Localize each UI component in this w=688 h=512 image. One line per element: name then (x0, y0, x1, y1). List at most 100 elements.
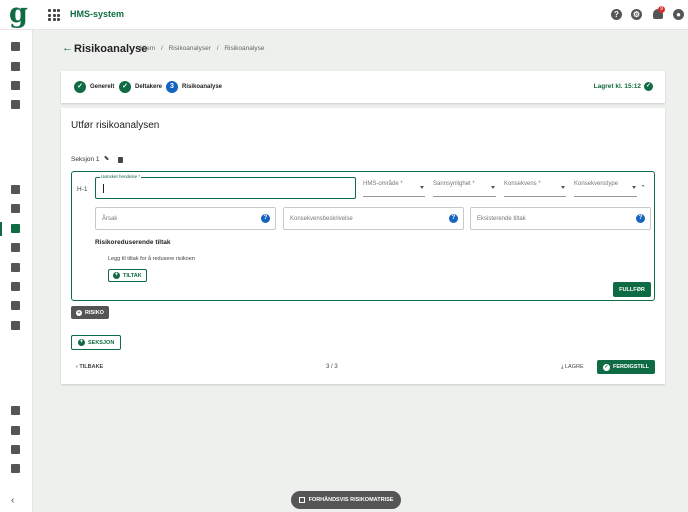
preview-risk-matrix-button[interactable]: FORHÅNDSVIS RISIKOMATRISE (291, 491, 401, 509)
top-bar: g HMS-system ? ⚙ 9 ● (0, 0, 688, 30)
caret-down-icon (561, 186, 565, 189)
sidebar-active-indicator (0, 222, 2, 236)
shield-document-icon[interactable] (11, 224, 20, 233)
caret-down-icon (491, 186, 495, 189)
back-arrow-icon[interactable]: ← (62, 42, 73, 54)
help-icon[interactable]: ? (611, 9, 622, 20)
handshake-icon[interactable] (11, 406, 20, 415)
button-label: TILBAKE (79, 364, 104, 370)
step-number: 3 (166, 81, 178, 93)
button-label: FORHÅNDSVIS RISIKOMATRISE (308, 497, 394, 503)
probability-select[interactable]: Sannsynlighet * (433, 181, 496, 197)
branch-icon[interactable] (11, 185, 20, 194)
plus-icon: + (113, 272, 120, 279)
add-risk-button[interactable]: + RISIKO (71, 306, 109, 319)
measures-title: Risikoreduserende tiltak (95, 239, 171, 246)
saved-status: Lagret kl. 15:12 ✓ (594, 82, 653, 91)
event-input[interactable]: Uønsket hendelse * (95, 174, 356, 199)
breadcrumb-separator: / (216, 45, 219, 52)
breadcrumb-current: Risikoanalyse (224, 45, 265, 52)
event-label: Uønsket hendelse * (100, 174, 142, 179)
complete-button[interactable]: FULLFØR (613, 282, 651, 297)
main-title: Utfør risikoanalysen (71, 120, 160, 131)
field-placeholder: Konsekvensbeskrivelse (290, 216, 353, 222)
select-label: HMS-område * (363, 181, 403, 187)
step-label: Deltakere (135, 84, 163, 90)
button-label: TILTAK (123, 272, 142, 279)
text-cursor (103, 184, 104, 193)
gavel-icon[interactable] (11, 204, 20, 213)
gear-icon[interactable]: ⚙ (631, 9, 642, 20)
step-label: Generelt (90, 84, 115, 90)
book-icon[interactable] (11, 282, 20, 291)
back-button[interactable]: ‹ TILBAKE (76, 364, 103, 370)
step-label: Risikoanalyse (182, 84, 223, 90)
notification-badge: 9 (658, 6, 665, 13)
building-icon[interactable] (11, 464, 20, 473)
select-label: Konsekvens * (504, 181, 541, 187)
main-card: Utfør risikoanalysen Seksjon 1 H-1 Uønsk… (61, 108, 665, 384)
button-label: FERDIGSTILL (612, 364, 650, 370)
consequence-type-select[interactable]: Konsekvenstype (574, 181, 637, 197)
collapse-icon[interactable]: ‹ (11, 495, 14, 506)
home-icon[interactable] (11, 42, 20, 51)
trash-icon[interactable] (118, 157, 123, 163)
save-button[interactable]: ⤓ LAGRE (561, 364, 584, 371)
history-icon[interactable] (11, 301, 20, 310)
app-title[interactable]: HMS-system (70, 9, 124, 19)
breadcrumb-home[interactable]: Hjem (140, 45, 155, 52)
add-measure-button[interactable]: + TILTAK (108, 269, 147, 282)
caret-down-icon (420, 186, 424, 189)
open-external-icon (298, 497, 305, 503)
existing-measures-field[interactable]: Eksisterende tiltak ? (470, 207, 651, 230)
folder-icon[interactable] (11, 62, 20, 71)
step-risikoanalyse[interactable]: 3 Risikoanalyse (166, 81, 222, 93)
sidebar: ‹ (0, 30, 33, 512)
button-label: SEKSJON (88, 339, 115, 346)
account-icon[interactable]: ● (673, 9, 684, 20)
help-icon[interactable]: ? (449, 214, 458, 223)
risk-item: H-1 Uønsket hendelse * HMS-område * Sann… (71, 171, 655, 301)
dashboard-icon[interactable] (11, 321, 20, 330)
apps-grid-icon[interactable] (48, 9, 60, 21)
cause-field[interactable]: Årsak ? (95, 207, 276, 230)
stepper: ✓ Generelt ✓ Deltakere 3 Risikoanalyse L… (61, 71, 665, 103)
page-title: Risikoanalyse (74, 43, 148, 55)
breadcrumb: Hjem / Risikoanalyser / Risikoanalyse (140, 45, 268, 52)
people-icon[interactable] (11, 445, 20, 454)
saved-text: Lagret kl. 15:12 (593, 83, 641, 90)
brand-logo[interactable]: g (9, 0, 28, 27)
finish-button[interactable]: ✓ FERDIGSTILL (597, 360, 655, 374)
add-section-button[interactable]: + SEKSJON (71, 335, 122, 350)
breadcrumb-risikoanalyser[interactable]: Risikoanalyser (169, 45, 211, 52)
consequence-select[interactable]: Konsekvens * (504, 181, 566, 197)
check-circle-icon: ✓ (602, 363, 610, 371)
help-icon[interactable]: ? (261, 214, 270, 223)
button-label: LAGRE (564, 364, 584, 370)
button-label: RISIKO (85, 309, 104, 316)
help-icon[interactable]: ? (636, 214, 645, 223)
briefcase-icon[interactable] (11, 243, 20, 252)
select-label: Sannsynlighet * (433, 181, 475, 187)
security-icon[interactable] (11, 263, 20, 272)
risk-id: H-1 (77, 186, 88, 193)
list-icon[interactable] (11, 100, 20, 109)
person-icon[interactable] (11, 426, 20, 435)
button-label: FULLFØR (619, 286, 645, 293)
pencil-icon[interactable] (104, 155, 109, 161)
field-placeholder: Årsak (102, 216, 118, 222)
measures-hint: Legg til tiltak for å redusere risikoen (108, 256, 195, 262)
step-deltakere[interactable]: ✓ Deltakere (119, 81, 162, 93)
plus-icon: + (78, 339, 85, 346)
step-generelt[interactable]: ✓ Generelt (74, 81, 114, 93)
select-label: Konsekvenstype (574, 181, 619, 187)
check-icon: ✓ (119, 81, 131, 93)
field-placeholder: Eksisterende tiltak (477, 216, 526, 222)
plus-icon: + (76, 309, 82, 316)
chevron-up-icon[interactable]: ⌃ (640, 184, 646, 192)
consequence-description-field[interactable]: Konsekvensbeskrivelse ? (283, 207, 464, 230)
document-icon[interactable] (11, 81, 20, 90)
hms-area-select[interactable]: HMS-område * (363, 181, 425, 197)
breadcrumb-separator: / (160, 45, 163, 52)
section-label: Seksjon 1 (71, 156, 100, 163)
